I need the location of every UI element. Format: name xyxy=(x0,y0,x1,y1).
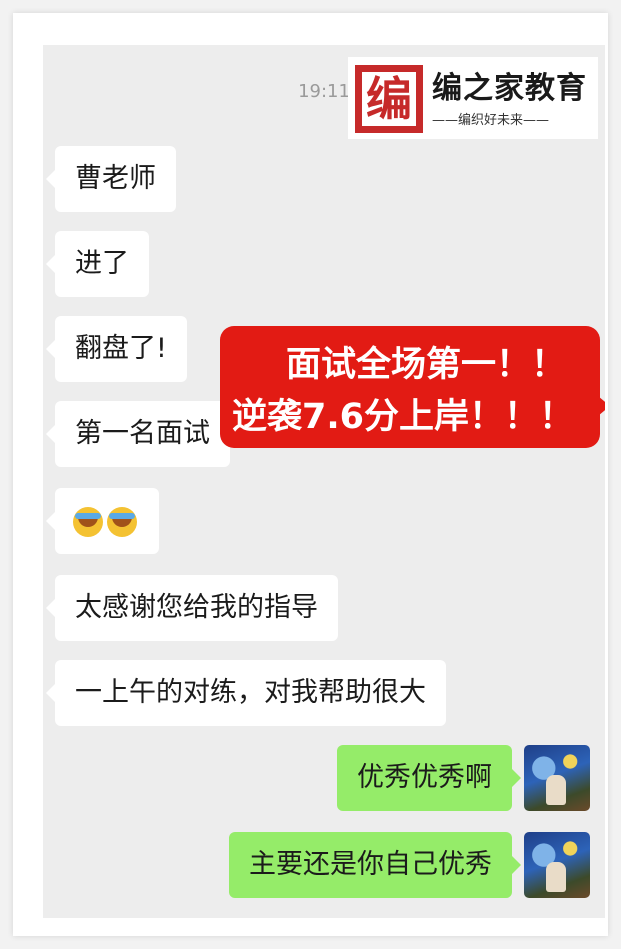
face-with-tears-icon xyxy=(73,506,103,537)
screenshot-frame: 19:11 编 编之家教育 ——编织好未来—— 曹老师 进了 翻盘了! 第一名面… xyxy=(13,13,608,936)
seal-icon: 编 xyxy=(355,65,423,133)
promo-line-1: 面试全场第一！！ xyxy=(286,345,567,385)
incoming-message[interactable]: 第一名面试 xyxy=(46,401,230,467)
user-avatar[interactable] xyxy=(524,745,590,811)
seal-glyph: 编 xyxy=(366,72,412,126)
incoming-message[interactable]: 一上午的对练，对我帮助很大 xyxy=(46,660,446,726)
incoming-message[interactable]: 曹老师 xyxy=(46,146,176,212)
face-with-tears-icon xyxy=(107,506,137,537)
incoming-message[interactable]: 翻盘了! xyxy=(46,316,187,382)
incoming-message[interactable]: 太感谢您给我的指导 xyxy=(46,575,338,641)
chat-area[interactable]: 19:11 编 编之家教育 ——编织好未来—— 曹老师 进了 翻盘了! 第一名面… xyxy=(43,45,605,918)
incoming-emoji-message[interactable] xyxy=(46,488,159,554)
outgoing-message[interactable]: 优秀优秀啊 xyxy=(337,745,521,811)
brand-name: 编之家教育 xyxy=(432,71,587,106)
promo-line-2: 逆袭7.6分上岸！！！ xyxy=(232,397,575,437)
incoming-message[interactable]: 进了 xyxy=(46,231,149,297)
outgoing-message[interactable]: 主要还是你自己优秀 xyxy=(229,832,521,898)
brand-slogan: ——编织好未来—— xyxy=(432,113,550,128)
brand-logo: 编 编之家教育 ——编织好未来—— xyxy=(348,57,598,139)
user-avatar[interactable] xyxy=(524,832,590,898)
promo-banner: 面试全场第一！！ 逆袭7.6分上岸！！！ xyxy=(220,326,605,448)
